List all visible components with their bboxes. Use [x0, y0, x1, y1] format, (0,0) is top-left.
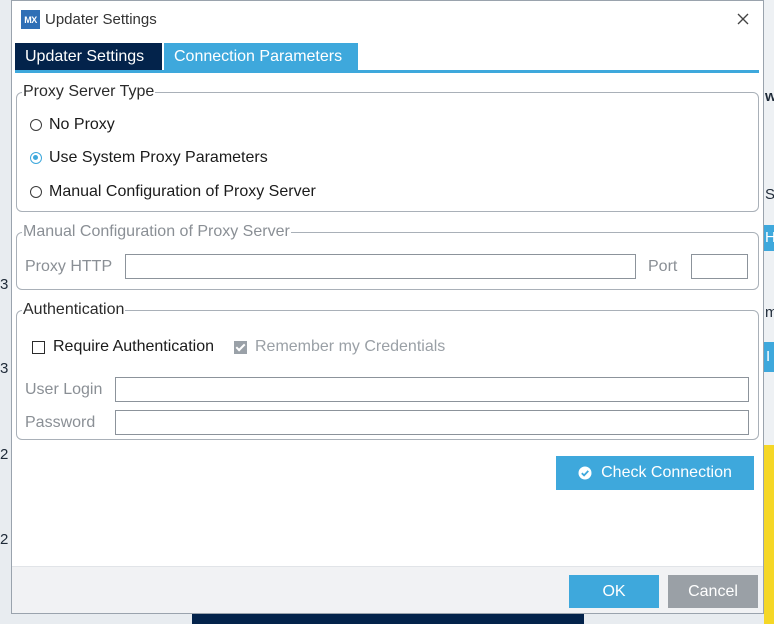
close-icon[interactable]: [733, 9, 753, 29]
authentication-legend: Authentication: [23, 301, 125, 318]
user-login-label: User Login: [25, 381, 103, 398]
remember-credentials-checkbox[interactable]: Remember my Credentials: [234, 338, 445, 356]
radio-button[interactable]: [30, 186, 42, 198]
checkbox[interactable]: [32, 340, 45, 354]
check-connection-label: Check Connection: [601, 464, 732, 481]
check-connection-button[interactable]: Check Connection: [556, 456, 754, 490]
tab-connection-parameters[interactable]: Connection Parameters: [164, 43, 358, 71]
proxy-http-label: Proxy HTTP: [25, 258, 113, 275]
updater-settings-dialog: MX Updater Settings Updater Settings Con…: [11, 0, 764, 614]
background-bottom-strip-right: [584, 614, 764, 624]
radio-label: Use System Proxy Parameters: [49, 149, 268, 166]
background-dark-bar: [192, 614, 584, 624]
port-label: Port: [648, 258, 678, 275]
radio-label: No Proxy: [49, 116, 115, 133]
require-authentication-label: Require Authentication: [53, 338, 214, 355]
radio-label: Manual Configuration of Proxy Server: [49, 183, 316, 200]
radio-manual-configuration[interactable]: Manual Configuration of Proxy Server: [30, 183, 316, 201]
tab-bar: Updater Settings Connection Parameters: [15, 43, 358, 71]
window-title: Updater Settings: [45, 11, 157, 28]
remember-credentials-label: Remember my Credentials: [255, 338, 446, 355]
background-bottom-strip: [0, 614, 192, 624]
background-letter: S: [765, 186, 774, 203]
background-letter: w: [765, 88, 774, 105]
radio-button-selected[interactable]: [30, 152, 42, 164]
check-circle-icon: [578, 466, 592, 480]
password-label: Password: [25, 414, 96, 431]
checkbox-checked[interactable]: [234, 340, 247, 354]
app-logo-icon: MX: [21, 10, 40, 29]
tab-underline: [15, 70, 759, 73]
background-digit: 2: [0, 446, 9, 463]
background-letter: I: [766, 348, 771, 365]
radio-use-system-proxy[interactable]: Use System Proxy Parameters: [30, 149, 268, 167]
manual-configuration-legend: Manual Configuration of Proxy Server: [23, 223, 290, 240]
require-authentication-checkbox[interactable]: Require Authentication: [32, 338, 214, 356]
user-login-input[interactable]: [115, 377, 749, 402]
radio-no-proxy[interactable]: No Proxy: [30, 116, 115, 134]
password-input[interactable]: [115, 410, 749, 435]
background-letter: H: [765, 229, 774, 246]
proxy-server-type-legend: Proxy Server Type: [23, 83, 155, 100]
background-digit: 3: [0, 360, 9, 377]
title-bar[interactable]: MX Updater Settings: [12, 1, 763, 39]
radio-button[interactable]: [30, 119, 42, 131]
background-digit: 2: [0, 531, 9, 548]
cancel-button[interactable]: Cancel: [668, 575, 758, 608]
port-input[interactable]: [691, 254, 748, 279]
proxy-http-input[interactable]: [125, 254, 636, 279]
ok-button[interactable]: OK: [569, 575, 659, 608]
background-yellow-tile: [764, 445, 774, 624]
background-digit: 3: [0, 276, 9, 293]
tab-updater-settings[interactable]: Updater Settings: [15, 43, 162, 71]
background-letter: m: [765, 304, 774, 321]
